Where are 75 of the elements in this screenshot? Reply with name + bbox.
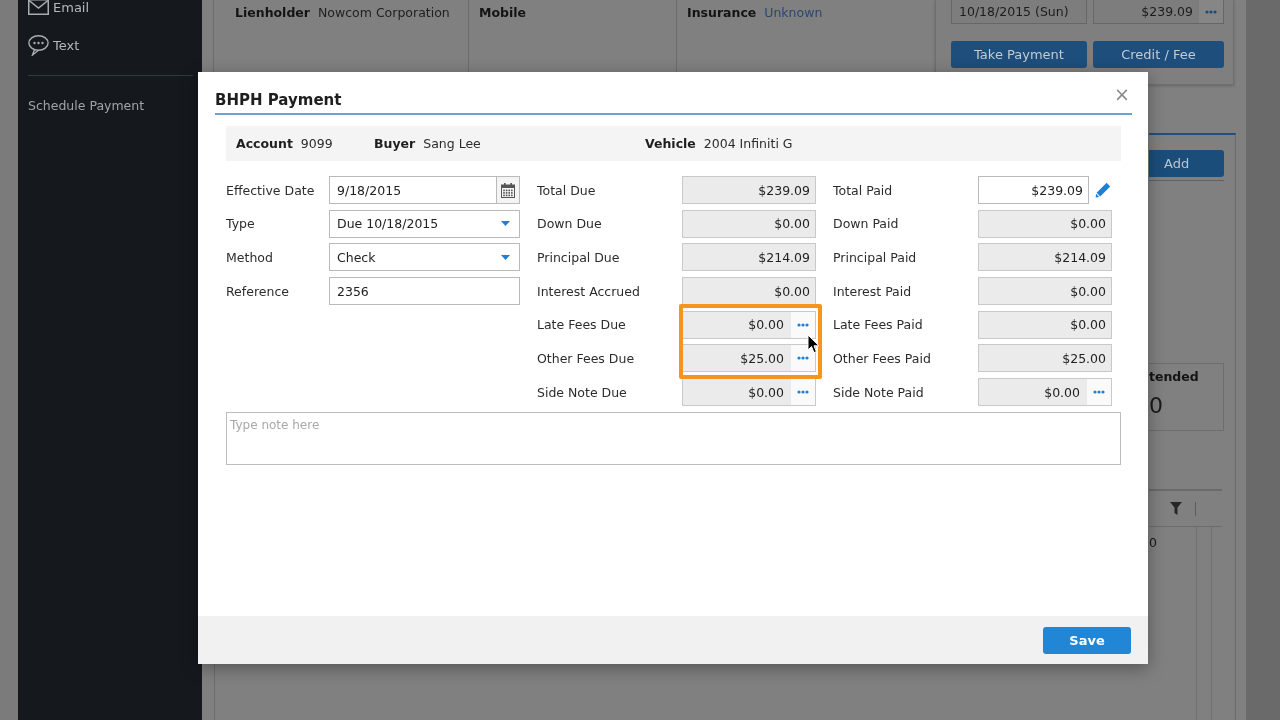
caret-icon	[501, 221, 510, 227]
amount-field: $25.00	[682, 344, 816, 373]
field-label: Side Note Paid	[833, 384, 925, 400]
field-label: Late Fees Paid	[833, 317, 924, 333]
field-label: Other Fees Paid	[833, 350, 932, 366]
select-field[interactable]: Due 10/18/2015	[329, 209, 520, 238]
amount-field: $0.00	[682, 277, 816, 306]
field-label: Down Due	[537, 216, 603, 232]
amount-field: $214.09	[682, 243, 816, 272]
amount-field: $0.00	[978, 277, 1112, 306]
field-label: Down Paid	[833, 216, 900, 232]
amount-field: $0.00	[682, 209, 816, 238]
field-label: Type	[226, 216, 256, 232]
sidebar-item[interactable]: Schedule Payment	[28, 95, 145, 115]
field-label: Principal Paid	[833, 249, 918, 265]
field-label: Total Due	[537, 182, 597, 198]
amount-field: $0.00	[978, 310, 1112, 339]
amount-field[interactable]: $239.09	[978, 176, 1089, 204]
cursor-icon	[807, 334, 820, 354]
amount-field: $239.09	[682, 176, 816, 204]
summary-value: 0	[1149, 393, 1163, 419]
add-button[interactable]: Add	[1149, 150, 1224, 177]
sidebar-item[interactable]: Email	[28, 0, 90, 18]
ellipsis-icon	[1205, 9, 1217, 14]
amount-field: $0.00	[978, 378, 1112, 407]
amount-field: $25.00	[978, 344, 1112, 373]
detail-label: Insurance	[687, 5, 757, 21]
info-label: Buyer	[374, 136, 416, 151]
info-value: 9099	[300, 136, 333, 151]
detail-label: Mobile	[479, 5, 527, 21]
info-value: Sang Lee	[423, 136, 481, 151]
filter-icon[interactable]	[1170, 502, 1182, 515]
field-label: Side Note Due	[537, 384, 628, 400]
info-label: Account	[236, 136, 293, 151]
pencil-icon[interactable]	[1095, 182, 1111, 198]
action-button[interactable]: Credit / Fee	[1093, 41, 1224, 68]
info-label: Vehicle	[645, 136, 696, 151]
save-button[interactable]: Save	[1043, 626, 1131, 654]
ellipsis-icon	[797, 356, 809, 361]
summary-label: tended	[1149, 369, 1199, 385]
dialog-title: BHPH Payment	[215, 90, 342, 110]
field-label: Method	[226, 249, 274, 265]
field-label: Interest Paid	[833, 283, 913, 299]
envelope-icon	[28, 0, 49, 15]
text-input[interactable]: 2356	[329, 277, 520, 306]
ellipsis-icon	[1093, 390, 1105, 395]
sidebar-item[interactable]: Text	[28, 34, 80, 56]
amount-field: $239.09	[1093, 0, 1224, 24]
date-input[interactable]: 9/18/2015	[329, 176, 497, 204]
ellipsis-icon	[797, 322, 809, 327]
field-label: Late Fees Due	[537, 317, 627, 333]
table-cell: 0	[1149, 527, 1197, 720]
field-label: Total Paid	[833, 182, 894, 198]
calendar-button[interactable]	[497, 176, 520, 204]
detail-label: Lienholder	[235, 5, 310, 21]
speech-bubble-icon	[28, 34, 49, 56]
field-label: Reference	[226, 283, 290, 299]
info-value: 2004 Infiniti G	[703, 136, 793, 151]
calendar-icon	[501, 182, 515, 198]
detail-value: Nowcom Corporation	[318, 5, 450, 21]
field-label: Principal Due	[537, 249, 621, 265]
amount-field: $0.00	[682, 378, 816, 407]
ellipsis-icon	[797, 390, 809, 395]
field-label: Other Fees Due	[537, 350, 636, 366]
action-button[interactable]: Take Payment	[951, 41, 1087, 68]
amount-field: $214.09	[978, 243, 1112, 272]
amount-field: $0.00	[978, 209, 1112, 238]
caret-icon	[501, 254, 510, 260]
field-label: Effective Date	[226, 182, 316, 198]
date-field: 10/18/2015 (Sun)	[951, 0, 1087, 24]
more-button[interactable]	[791, 345, 815, 372]
amount-field: $0.00	[682, 310, 816, 339]
note-field[interactable]: Type note here	[226, 412, 1121, 466]
select-field[interactable]: Check	[329, 243, 520, 272]
field-label: Interest Accrued	[537, 283, 641, 299]
